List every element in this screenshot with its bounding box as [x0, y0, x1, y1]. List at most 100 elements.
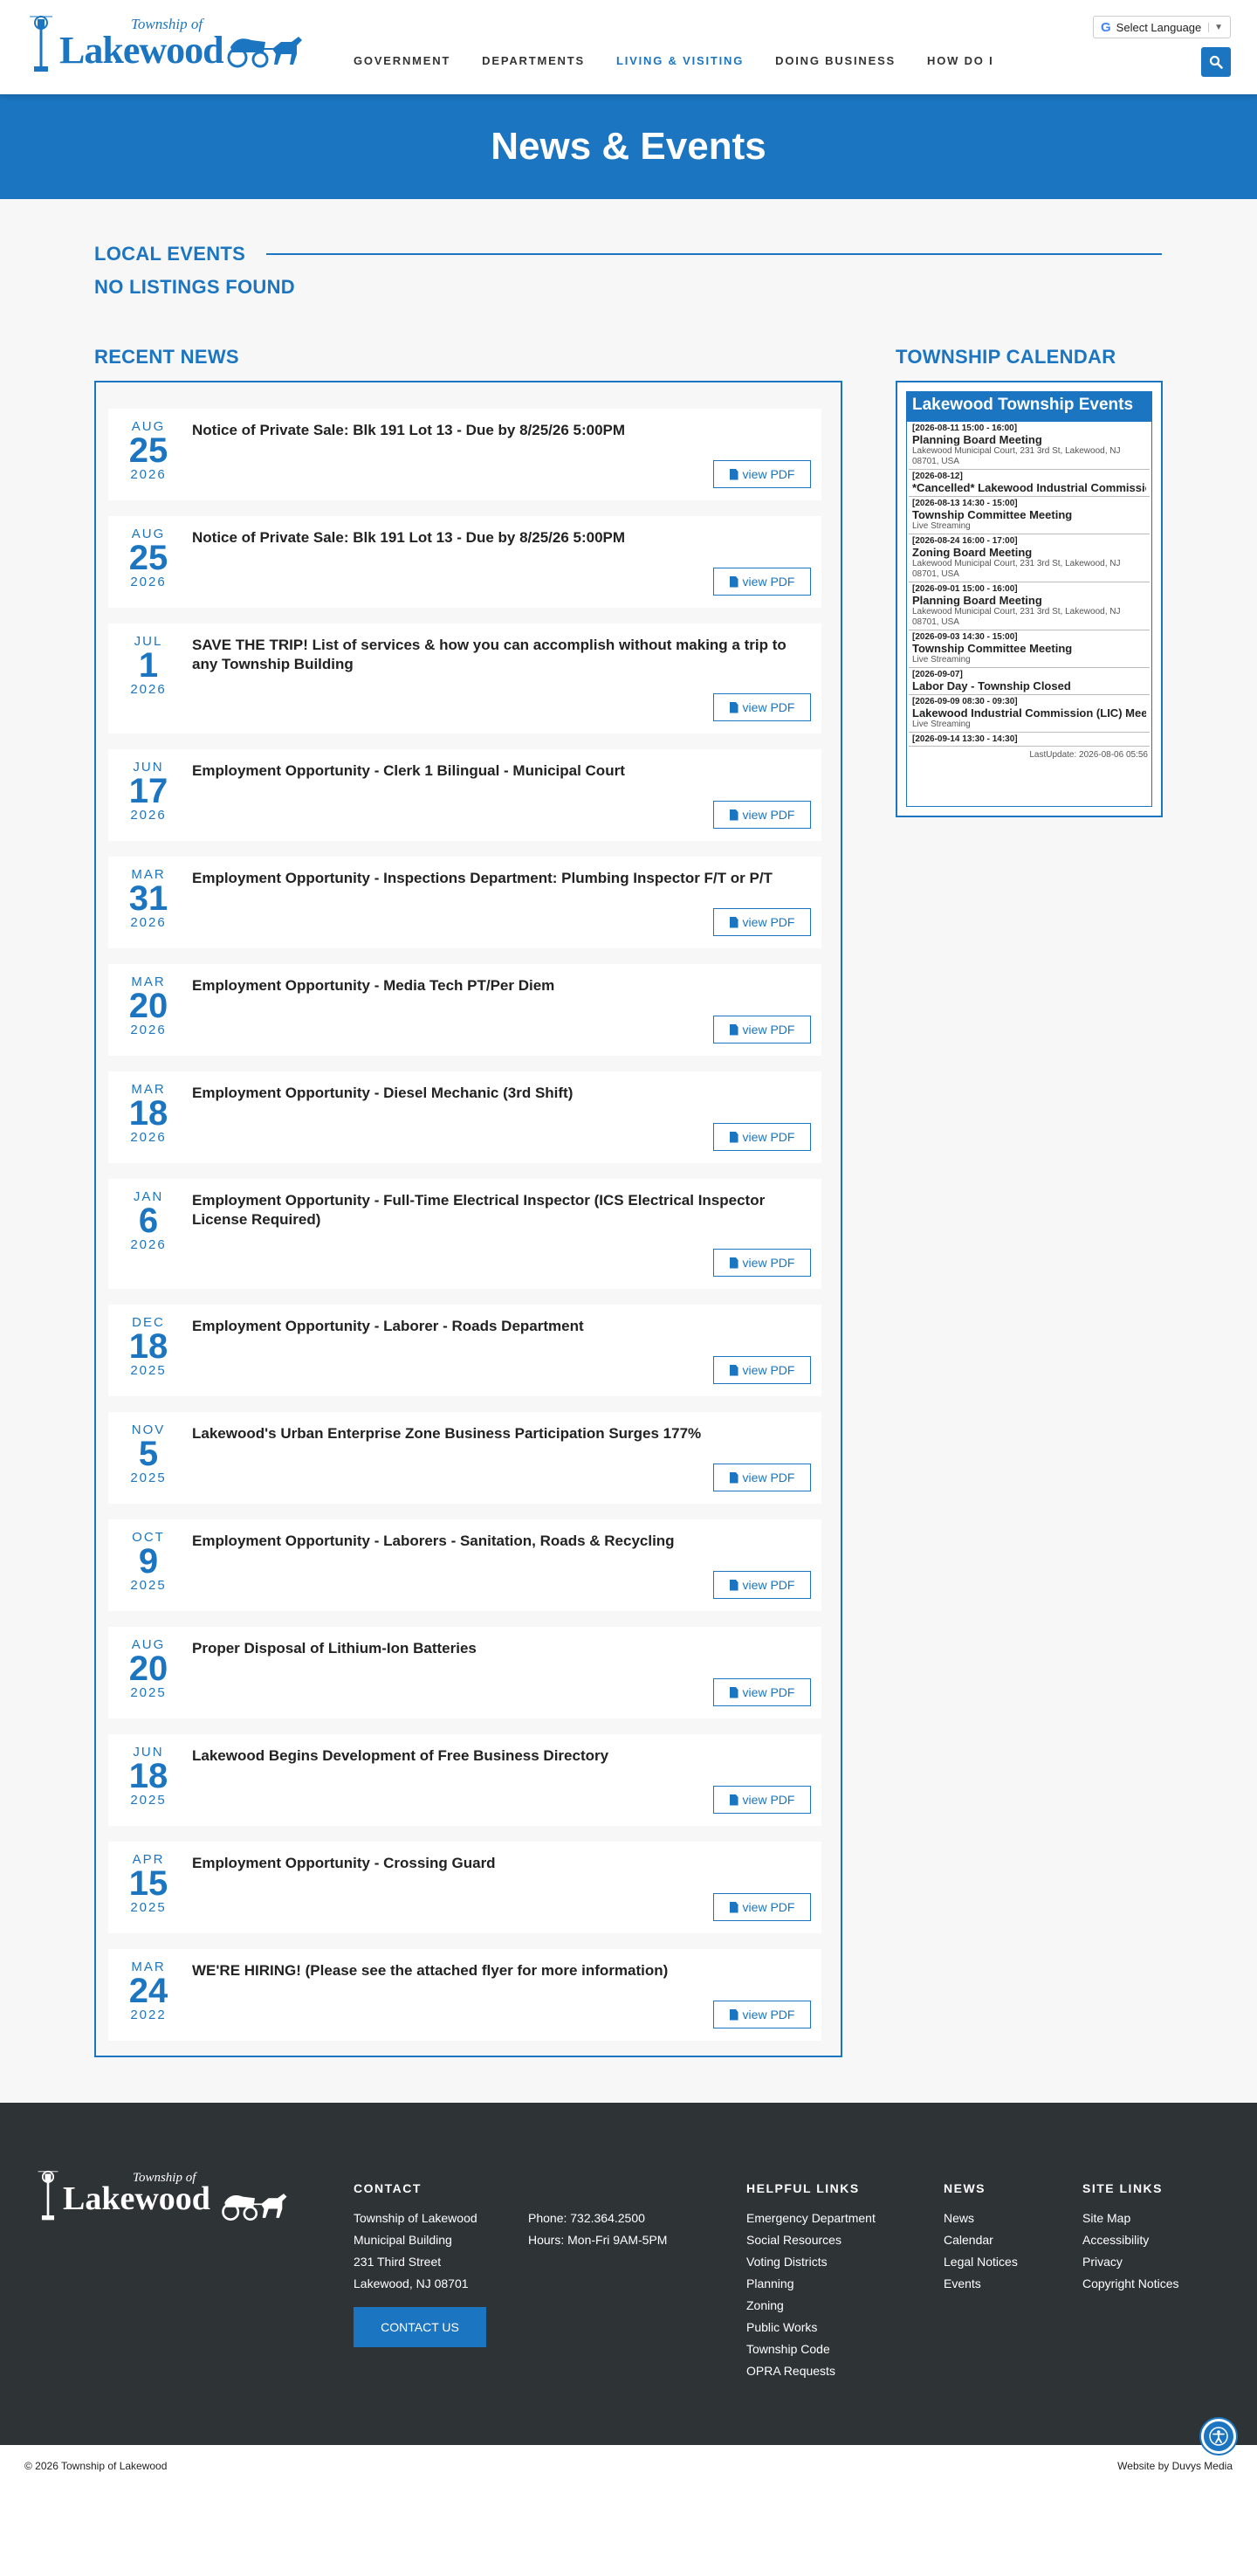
news-day: 20: [128, 987, 168, 1025]
phone-text[interactable]: Phone: 732.364.2500: [528, 2208, 667, 2229]
calendar-event[interactable]: [2026-09-09 08:30 - 09:30] Lakewood Indus…: [909, 695, 1150, 733]
pdf-file-icon: [729, 1131, 738, 1143]
view-pdf-button[interactable]: view PDF: [713, 1464, 811, 1491]
calendar-event[interactable]: [2026-09-07] Labor Day - Township Closed: [909, 668, 1150, 695]
news-date: MAR 24 2022: [108, 1960, 189, 2022]
footer-helpful-link[interactable]: OPRA Requests: [746, 2360, 876, 2382]
news-year: 2026: [130, 575, 167, 589]
calendar-event[interactable]: [2026-09-01 15:00 - 16:00] Planning Board…: [909, 582, 1150, 630]
footer-helpful-link[interactable]: Emergency Department: [746, 2208, 876, 2229]
view-pdf-button[interactable]: view PDF: [713, 2001, 811, 2028]
calendar-event[interactable]: [2026-09-03 14:30 - 15:00] Township Commi…: [909, 630, 1150, 668]
view-pdf-button[interactable]: view PDF: [713, 1016, 811, 1043]
nav-departments[interactable]: DEPARTMENTS: [482, 54, 585, 67]
news-item: AUG 25 2026 Notice of Private Sale: Blk 191…: [108, 516, 821, 608]
news-title[interactable]: Employment Opportunity - Media Tech PT/P…: [192, 976, 804, 995]
address-line: Township of Lakewood: [354, 2211, 477, 2225]
calendar-event-list: [2026-08-11 15:00 - 16:00] Planning Board…: [907, 422, 1151, 747]
view-pdf-button[interactable]: view PDF: [713, 1249, 811, 1277]
google-icon: G: [1101, 19, 1111, 35]
site-links-list: Site Map Accessibility Privacy Copyright No…: [1082, 2208, 1179, 2295]
calendar-event[interactable]: [2026-09-14 13:30 - 14:30]: [909, 733, 1150, 747]
footer-helpful-link[interactable]: Social Resources: [746, 2229, 876, 2251]
accessibility-button[interactable]: [1201, 2419, 1236, 2454]
search-button[interactable]: [1201, 47, 1231, 77]
nav-living-visiting[interactable]: LIVING & VISITING: [616, 54, 744, 67]
main-nav: GOVERNMENT DEPARTMENTS LIVING & VISITING…: [354, 54, 1026, 67]
view-pdf-button[interactable]: view PDF: [713, 693, 811, 721]
calendar-event[interactable]: [2026-08-12] *Cancelled* Lakewood Industr…: [909, 470, 1150, 497]
news-item: MAR 20 2026 Employment Opportunity - Media …: [108, 964, 821, 1056]
view-pdf-button[interactable]: view PDF: [713, 1893, 811, 1921]
chevron-down-icon: ▼: [1208, 22, 1223, 32]
news-day: 20: [128, 1650, 168, 1688]
footer-logo[interactable]: Township of Lakewood: [35, 2169, 297, 2230]
footer-site-link[interactable]: Copyright Notices: [1082, 2273, 1179, 2295]
credit-link[interactable]: Website by Duvys Media: [1117, 2460, 1233, 2472]
news-year: 2026: [130, 682, 167, 697]
nav-government[interactable]: GOVERNMENT: [354, 54, 450, 67]
footer-news-link[interactable]: Events: [944, 2273, 1018, 2295]
view-pdf-button[interactable]: view PDF: [713, 1571, 811, 1599]
news-title[interactable]: Employment Opportunity - Crossing Guard: [192, 1854, 804, 1873]
news-date: AUG 25 2026: [108, 419, 189, 482]
nav-how-do-i[interactable]: HOW DO I: [927, 54, 994, 67]
footer-news-link[interactable]: News: [944, 2208, 1018, 2229]
footer-logo-name: Lakewood: [63, 2180, 210, 2217]
carriage-icon: [222, 2194, 287, 2221]
view-pdf-button[interactable]: view PDF: [713, 908, 811, 936]
footer-site-link[interactable]: Privacy: [1082, 2251, 1179, 2273]
news-title[interactable]: Lakewood Begins Development of Free Busi…: [192, 1746, 804, 1766]
view-pdf-button[interactable]: view PDF: [713, 460, 811, 488]
news-title[interactable]: Notice of Private Sale: Blk 191 Lot 13 -…: [192, 528, 804, 548]
footer-helpful-link[interactable]: Planning: [746, 2273, 876, 2295]
news-title[interactable]: Notice of Private Sale: Blk 191 Lot 13 -…: [192, 421, 804, 440]
footer-site-link[interactable]: Site Map: [1082, 2208, 1179, 2229]
site-logo[interactable]: Township of Lakewood: [26, 14, 306, 77]
news-title[interactable]: Employment Opportunity - Inspections Dep…: [192, 869, 804, 888]
view-pdf-button[interactable]: view PDF: [713, 1786, 811, 1814]
page-title: News & Events: [491, 125, 766, 168]
news-title[interactable]: Lakewood's Urban Enterprise Zone Busines…: [192, 1424, 804, 1443]
news-title[interactable]: Employment Opportunity - Laborer - Roads…: [192, 1317, 804, 1336]
news-title[interactable]: SAVE THE TRIP! List of services & how yo…: [192, 636, 804, 674]
news-date: JAN 6 2026: [108, 1189, 189, 1252]
view-pdf-button[interactable]: view PDF: [713, 1356, 811, 1384]
calendar-event-location: Live Streaming: [912, 720, 971, 729]
view-pdf-button[interactable]: view PDF: [713, 1678, 811, 1706]
contact-us-button[interactable]: CONTACT US: [354, 2307, 486, 2347]
view-pdf-label: view PDF: [742, 915, 795, 929]
news-title[interactable]: WE'RE HIRING! (Please see the attached f…: [192, 1961, 804, 1980]
calendar-event[interactable]: [2026-08-13 14:30 - 15:00] Township Commi…: [909, 497, 1150, 534]
footer-helpful-link[interactable]: Voting Districts: [746, 2251, 876, 2273]
footer-helpful-link[interactable]: Public Works: [746, 2317, 876, 2338]
calendar-event-time: [2026-09-03 14:30 - 15:00]: [912, 632, 1018, 642]
news-item: AUG 25 2026 Notice of Private Sale: Blk 191…: [108, 409, 821, 500]
footer-news-link[interactable]: Legal Notices: [944, 2251, 1018, 2273]
news-item: MAR 31 2026 Employment Opportunity - Inspec…: [108, 857, 821, 948]
language-select[interactable]: G Select Language ▼: [1093, 16, 1231, 38]
view-pdf-label: view PDF: [742, 700, 795, 714]
news-title[interactable]: Employment Opportunity - Full-Time Elect…: [192, 1191, 804, 1229]
news-item: NOV 5 2025 Lakewood's Urban Enterprise Zone…: [108, 1412, 821, 1504]
footer-helpful-link[interactable]: Zoning: [746, 2295, 876, 2317]
news-date: MAR 31 2026: [108, 867, 189, 930]
view-pdf-button[interactable]: view PDF: [713, 1123, 811, 1151]
footer-site-link[interactable]: Accessibility: [1082, 2229, 1179, 2251]
calendar-event[interactable]: [2026-08-11 15:00 - 16:00] Planning Board…: [909, 422, 1150, 470]
site-footer: Township of Lakewood CONTACT Township of…: [0, 2103, 1257, 2454]
news-year: 2025: [130, 1471, 167, 1485]
news-title[interactable]: Employment Opportunity - Laborers - Sani…: [192, 1532, 804, 1551]
news-title[interactable]: Proper Disposal of Lithium-Ion Batteries: [192, 1639, 804, 1658]
footer-helpful-link[interactable]: Township Code: [746, 2338, 876, 2360]
view-pdf-button[interactable]: view PDF: [713, 568, 811, 596]
language-label: Select Language: [1116, 20, 1202, 34]
calendar-last-update: LastUpdate: 2026-08-06 05:56: [1029, 750, 1148, 760]
news-title[interactable]: Employment Opportunity - Clerk 1 Bilingu…: [192, 761, 804, 781]
view-pdf-button[interactable]: view PDF: [713, 801, 811, 829]
calendar-event-title: Township Committee Meeting: [912, 508, 1073, 521]
footer-news-link[interactable]: Calendar: [944, 2229, 1018, 2251]
news-title[interactable]: Employment Opportunity - Diesel Mechanic…: [192, 1084, 804, 1103]
calendar-event[interactable]: [2026-08-24 16:00 - 17:00] Zoning Board M…: [909, 534, 1150, 582]
nav-doing-business[interactable]: DOING BUSINESS: [775, 54, 896, 67]
